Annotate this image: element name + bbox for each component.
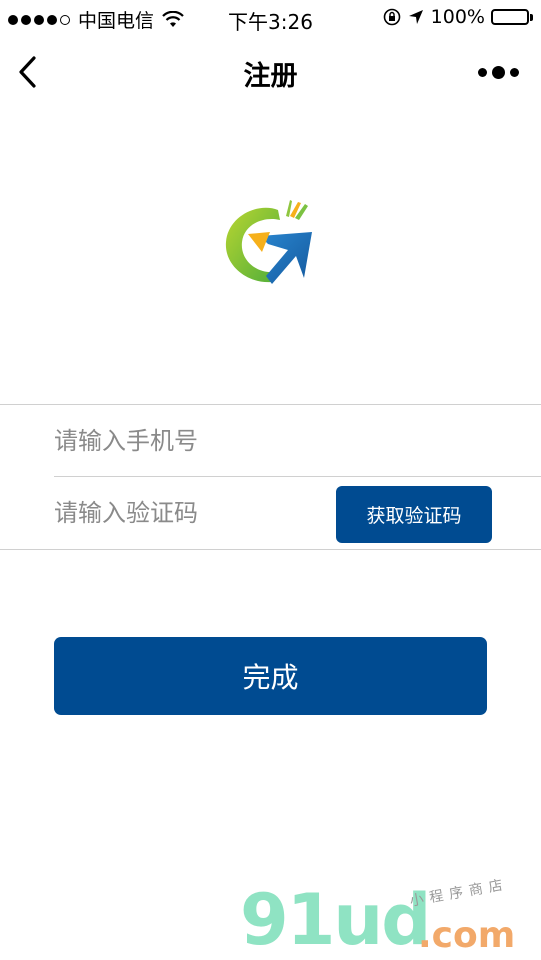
location-arrow-icon: [408, 10, 423, 24]
status-right: 100%: [383, 6, 533, 28]
phone-row: [0, 405, 541, 477]
watermark-brand: 91ud: [240, 879, 431, 960]
more-options-button[interactable]: [478, 60, 519, 84]
battery-percent: 100%: [430, 6, 485, 28]
more-dots-icon: [478, 67, 487, 77]
status-bar: 中国电信 下午3:26 100%: [0, 0, 541, 36]
phone-input[interactable]: [54, 419, 324, 463]
get-code-button[interactable]: 获取验证码: [336, 486, 492, 543]
watermark-logo: 91ud 小程序商店 .com: [240, 877, 540, 960]
register-form: 获取验证码: [0, 404, 541, 550]
verification-code-input[interactable]: [54, 491, 324, 535]
code-row: 获取验证码: [0, 477, 541, 549]
app-logo: [225, 200, 312, 284]
rotation-lock-icon: [383, 8, 400, 26]
battery-icon: [491, 9, 533, 25]
register-page: 中国电信 下午3:26 100% 注册 请输入手机号 请输入验证码 获取验证码 …: [0, 0, 541, 960]
navigation-bar: 注册: [0, 36, 541, 108]
page-title: 注册: [243, 61, 298, 92]
submit-button[interactable]: 完成: [54, 637, 487, 715]
divider-bottom: [0, 549, 541, 550]
watermark-domain: .com: [418, 915, 516, 956]
